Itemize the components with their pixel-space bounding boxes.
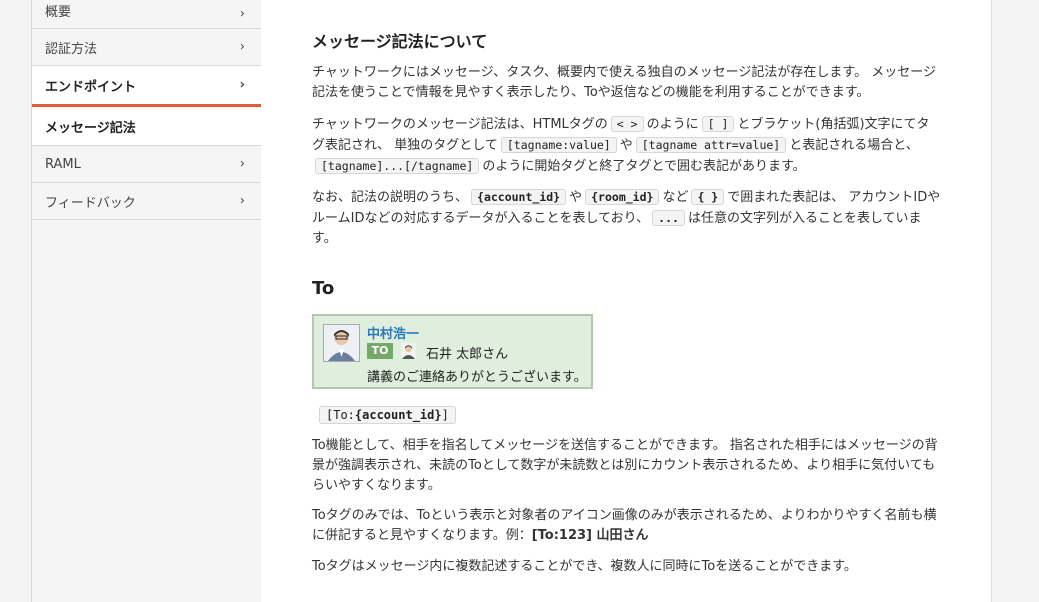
sidebar-item-label: 認証方法	[45, 41, 98, 57]
sidebar-item-label: エンドポイント	[45, 79, 137, 95]
section-heading-to: To	[312, 278, 335, 299]
to-multiple-paragraph: Toタグはメッセージ内に複数記述することができ、複数人に同時にToを送ることがで…	[312, 559, 857, 574]
person-avatar-icon	[401, 343, 416, 359]
chevron-right-icon: ›	[239, 77, 245, 93]
code-snippet: [tagname]...[/tagname]	[315, 158, 480, 174]
chevron-right-icon: ›	[239, 6, 245, 22]
recipient-name: 石井 太郎さん	[426, 347, 509, 362]
code-snippet: { }	[691, 189, 725, 205]
code-bold: {account_id}	[354, 408, 442, 422]
chevron-right-icon: ›	[239, 156, 245, 172]
person-avatar-icon	[324, 325, 359, 361]
to-example-box: 中村浩一 TO 石井 太郎さん 講義のご連絡ありがとうございます。	[312, 314, 593, 389]
avatar	[323, 324, 360, 362]
text: なお、記法の説明のうち、	[312, 190, 469, 205]
code-snippet: {room_id}	[585, 189, 660, 205]
text: のように開始タグと終了タグとで囲む表記があります。	[482, 159, 806, 174]
chevron-right-icon: ›	[239, 193, 245, 209]
code-snippet: ...	[652, 210, 685, 226]
code-bold: {account_id}	[477, 190, 561, 204]
to-code-sample: [To:{account_id}]	[319, 404, 456, 424]
text: や	[569, 190, 583, 205]
example-message: 講義のご連絡ありがとうございます。	[367, 370, 587, 385]
code-snippet: [tagname attr=value]	[635, 137, 787, 153]
intro-paragraph: チャットワークにはメッセージ、タスク、概要内で使える独自のメッセージ記法が存在し…	[312, 65, 936, 100]
page-title: メッセージ記法について	[312, 32, 488, 51]
to-badge: TO	[367, 343, 393, 359]
sidebar-item-label: フィードバック	[45, 195, 136, 211]
example-bold: [To:123] 山田さん	[531, 528, 649, 543]
code-snippet: < >	[610, 116, 644, 132]
code-text: [To:	[326, 408, 355, 422]
sidebar-item-overview[interactable]: 概要 ›	[32, 0, 261, 29]
sender-name[interactable]: 中村浩一	[367, 323, 419, 342]
text: など	[662, 190, 689, 205]
main-content: メッセージ記法について チャットワークにはメッセージ、タスク、概要内で使える独自…	[261, 0, 992, 602]
code-bold: { }	[697, 190, 719, 204]
sidebar-item-label: RAML	[45, 156, 81, 172]
syntax-paragraph: チャットワークのメッセージ記法は、HTMLタグの < > のように[ ] とブラケット…	[312, 114, 942, 177]
sidebar-item-auth[interactable]: 認証方法 ›	[32, 29, 261, 66]
sidebar-item-label: 概要	[45, 5, 72, 20]
text: のように	[646, 117, 699, 132]
sidebar-item-endpoints[interactable]: エンドポイント ›	[32, 66, 261, 107]
code-text: ]	[441, 408, 449, 422]
sidebar-nav: 概要 › 認証方法 › エンドポイント › メッセージ記法 RAML › フィー…	[31, 0, 262, 602]
sidebar-item-message-notation[interactable]: メッセージ記法	[32, 107, 261, 146]
chevron-right-icon: ›	[239, 39, 245, 55]
text: チャットワークのメッセージ記法は、HTMLタグの	[312, 117, 608, 132]
recipient-avatar	[401, 343, 416, 359]
code-snippet: [To:{account_id}]	[319, 406, 456, 424]
placeholder-paragraph: なお、記法の説明のうち、 {account_id} や {room_id} など{ } で…	[312, 187, 942, 249]
text: と表記される場合と、	[789, 138, 919, 153]
to-description-paragraph: To機能として、相手を指名してメッセージを送信することができます。 指名された相…	[312, 438, 938, 493]
code-snippet: {account_id}	[471, 189, 567, 205]
sidebar-item-raml[interactable]: RAML ›	[32, 146, 261, 183]
code-snippet: [tagname:value]	[500, 137, 617, 153]
sidebar-item-feedback[interactable]: フィードバック ›	[32, 183, 261, 220]
code-bold: {room_id}	[591, 190, 654, 204]
text: や	[619, 138, 633, 153]
sidebar-item-label: メッセージ記法	[45, 120, 136, 136]
to-name-paragraph: Toタグのみでは、Toという表示と対象者のアイコン画像のみが表示されるため、より…	[312, 506, 942, 546]
code-snippet: [ ]	[701, 116, 735, 132]
code-bold: ...	[658, 211, 679, 225]
